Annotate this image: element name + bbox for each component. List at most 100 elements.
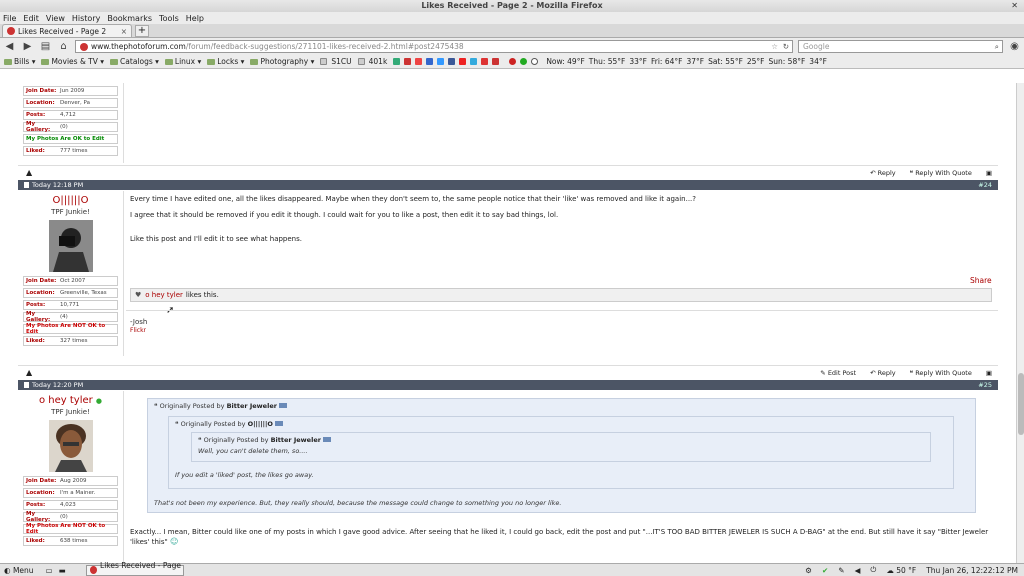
folder-icon <box>41 58 50 65</box>
start-menu-button[interactable]: ◐ Menu <box>4 566 34 575</box>
reply-quote-button[interactable]: ❝ Reply With Quote <box>910 169 972 177</box>
bookmark-movies[interactable]: Movies & TV ▾ <box>41 57 104 66</box>
quote-prefix: Originally Posted by <box>203 436 269 444</box>
stat-gallery[interactable]: My Gallery: (0) <box>23 121 118 133</box>
site-icon[interactable] <box>415 58 423 65</box>
taskbar-window[interactable]: Likes Received - Page ... <box>85 561 184 576</box>
tray-icon[interactable]: ⚙ <box>805 566 812 575</box>
folder-icon <box>110 58 119 65</box>
page-content: Join Date: Jun 2009 Location: Denver, Pa P… <box>0 83 1016 563</box>
new-tab-button[interactable]: + <box>135 25 149 37</box>
tab-label: Likes Received - Page 2 <box>18 26 107 36</box>
reply-button[interactable]: ↶ Reply <box>870 169 896 177</box>
stat-join: Join Date: Jun 2009 <box>23 86 118 96</box>
browser-tab[interactable]: Likes Received - Page 2 × <box>2 24 132 37</box>
show-desktop-icon[interactable]: ▭ <box>46 566 53 575</box>
stat-key: My Gallery: <box>26 511 51 523</box>
facebook-icon[interactable] <box>448 58 456 65</box>
stat-location: Location: Denver, Pa <box>23 98 118 108</box>
site-icon[interactable] <box>481 58 489 65</box>
pen-icon[interactable]: ✎ <box>838 566 844 575</box>
bookmark-locks[interactable]: Locks ▾ <box>207 57 244 66</box>
site-icon[interactable] <box>404 58 412 65</box>
avatar[interactable] <box>48 220 93 272</box>
clock[interactable]: Thu Jan 26, 12:22:12 PM <box>926 566 1018 575</box>
menu-history[interactable]: History <box>72 14 100 23</box>
print-icon[interactable]: ▤ <box>39 41 52 52</box>
bookmark-bills[interactable]: Bills ▾ <box>4 57 35 66</box>
home-icon[interactable]: ⌂ <box>57 41 70 52</box>
view-post-icon[interactable] <box>278 403 287 408</box>
stat-value: Aug 2009 <box>60 478 87 484</box>
share-link[interactable]: Share <box>970 276 992 285</box>
post-number[interactable]: #24 <box>978 181 992 189</box>
report-icon[interactable]: ▲ <box>26 368 32 377</box>
back-icon[interactable]: ◀ <box>3 41 16 52</box>
url-domain: www.thephotoforum.com <box>91 42 186 51</box>
close-window-icon[interactable]: ✕ <box>1011 0 1018 12</box>
twitter-icon[interactable] <box>470 58 478 65</box>
multiquote-icon[interactable]: ▣ <box>986 169 992 177</box>
stat-key: Liked: <box>26 338 45 344</box>
multiquote-icon[interactable]: ▣ <box>986 369 992 377</box>
site-icon[interactable] <box>437 58 445 65</box>
forward-icon[interactable]: ▶ <box>21 41 34 52</box>
reply-button[interactable]: ↶ Reply <box>870 369 896 377</box>
menu-icon[interactable]: ◉ <box>1008 41 1021 52</box>
volume-icon[interactable]: ◀ <box>855 566 861 575</box>
terminal-icon[interactable]: ▬ <box>59 566 66 575</box>
post-number[interactable]: #25 <box>978 381 992 389</box>
bookmark-401k[interactable]: 401k <box>357 57 387 66</box>
view-post-icon[interactable] <box>274 421 283 426</box>
menu-view[interactable]: View <box>46 14 65 23</box>
bookmark-s1cu[interactable]: S1CU <box>320 57 352 66</box>
post-text: Like this post and I'll edit it to see w… <box>130 235 302 243</box>
quote-author[interactable]: Bitter Jeweler <box>227 402 277 410</box>
stat-gallery[interactable]: My Gallery: (0) <box>23 511 118 523</box>
bookmark-photography[interactable]: Photography ▾ <box>250 57 314 66</box>
stat-key: Location: <box>26 100 55 106</box>
quote-author[interactable]: O||||||O <box>248 420 273 428</box>
weather-widget[interactable]: Now: 49°F Thu: 55°F 33°F Fri: 64°F 37°F … <box>509 57 827 66</box>
navigation-bar: ◀ ▶ ▤ ⌂ www.thephotoforum.com/forum/feed… <box>0 38 1024 55</box>
update-icon[interactable]: ✔ <box>822 566 828 575</box>
youtube-icon[interactable] <box>459 58 467 65</box>
site-icon[interactable] <box>393 58 401 65</box>
menu-bookmarks[interactable]: Bookmarks <box>107 14 152 23</box>
edit-post-button[interactable]: ✎ Edit Post <box>820 369 856 377</box>
avatar[interactable] <box>48 420 93 472</box>
bookmark-catalogs[interactable]: Catalogs ▾ <box>110 57 159 66</box>
menu-tools[interactable]: Tools <box>159 14 179 23</box>
reload-icon[interactable]: ↻ <box>783 42 789 51</box>
stat-value: (0) <box>60 124 68 130</box>
menu-help[interactable]: Help <box>186 14 204 23</box>
url-bar[interactable]: www.thephotoforum.com/forum/feedback-sug… <box>75 40 793 53</box>
site-icon[interactable] <box>492 58 500 65</box>
menu-edit[interactable]: Edit <box>23 14 39 23</box>
menu-file[interactable]: File <box>3 14 16 23</box>
site-icon[interactable] <box>426 58 434 65</box>
liker-link[interactable]: o hey tyler <box>145 291 183 299</box>
scrollbar-thumb[interactable] <box>1018 373 1024 435</box>
power-icon[interactable]: ⏻ <box>870 565 876 575</box>
bookmark-linux[interactable]: Linux ▾ <box>164 57 201 66</box>
search-input[interactable]: Google ⌕ <box>798 40 1003 53</box>
weather-sat-low: 25°F <box>746 57 765 66</box>
view-post-icon[interactable] <box>322 437 331 442</box>
weather-sat: Sat: 55°F <box>708 57 743 66</box>
stat-gallery[interactable]: My Gallery: (4) <box>23 311 118 323</box>
search-icon[interactable]: ⌕ <box>995 42 999 52</box>
scrollbar[interactable] <box>1016 83 1024 563</box>
quote-header: ❝ Originally Posted by Bitter Jeweler <box>192 433 930 447</box>
quote-author[interactable]: Bitter Jeweler <box>271 436 321 444</box>
stat-value: 4,712 <box>60 112 76 118</box>
username[interactable]: O||||||O <box>18 195 123 206</box>
report-icon[interactable]: ▲ <box>26 168 32 177</box>
flickr-link[interactable]: Flickr <box>130 326 146 335</box>
stat-value: Greenville, Texas <box>60 290 107 296</box>
tab-close-icon[interactable]: × <box>121 27 127 36</box>
bookmark-star-icon[interactable]: ☆ <box>771 42 778 51</box>
reply-quote-button[interactable]: ❝ Reply With Quote <box>910 369 972 377</box>
taskbar: ◐ Menu ▭ ▬ Likes Received - Page ... ⚙ ✔… <box>0 561 1024 576</box>
username[interactable]: o hey tyler ● <box>18 395 123 406</box>
